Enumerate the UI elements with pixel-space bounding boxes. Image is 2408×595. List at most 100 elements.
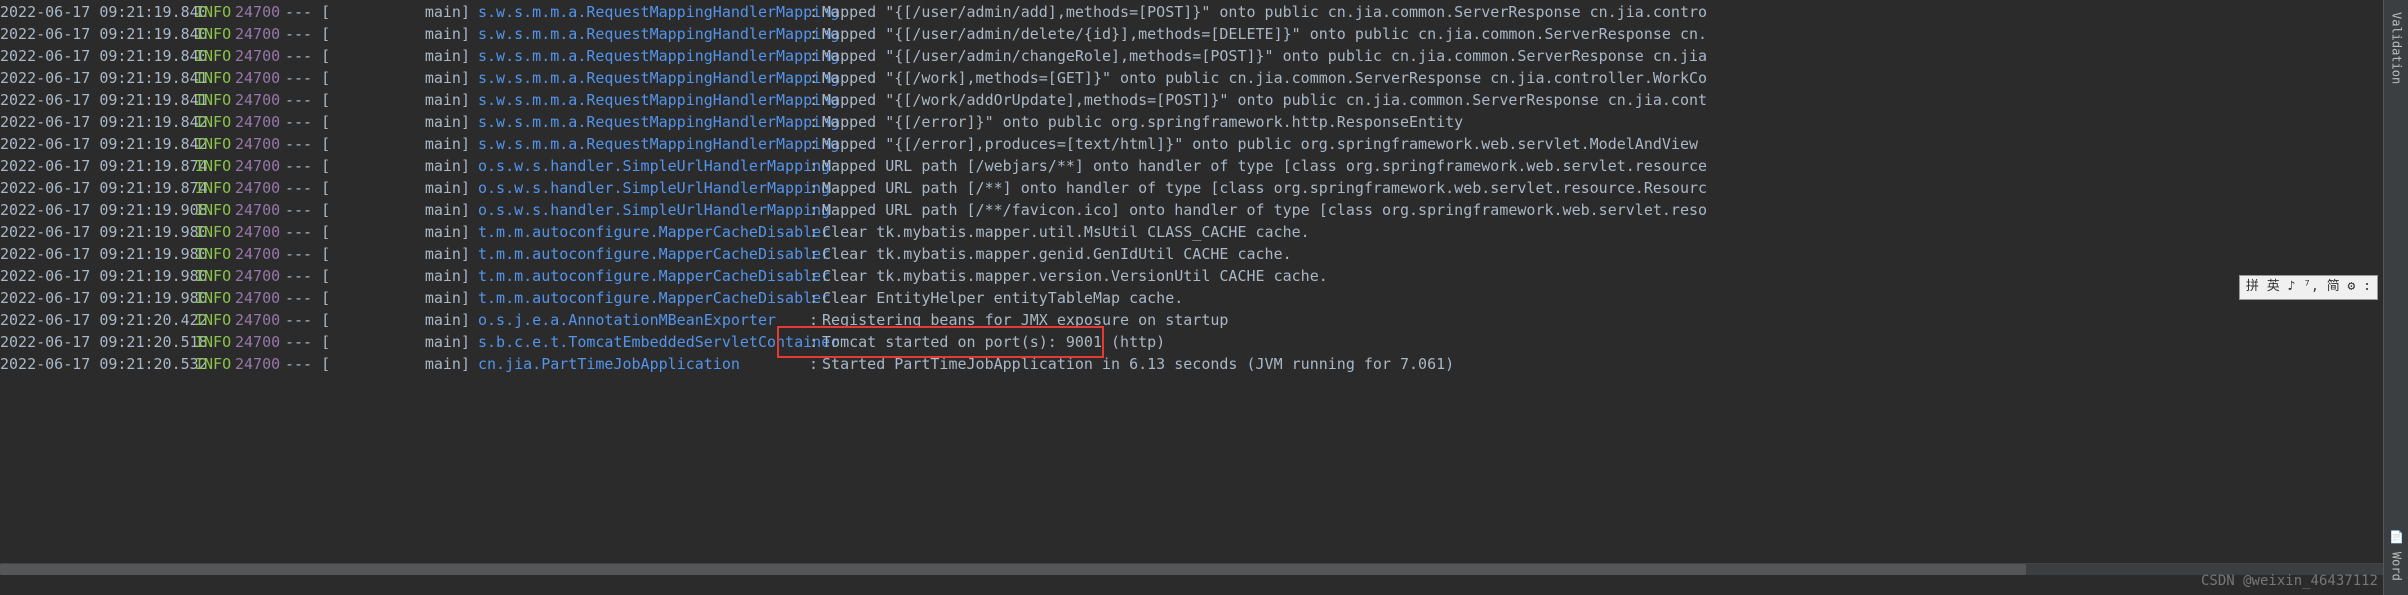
log-thread: main] bbox=[420, 354, 470, 376]
log-pid: 24700 bbox=[235, 46, 285, 68]
log-logger: cn.jia.PartTimeJobApplication bbox=[470, 354, 805, 376]
log-pid: 24700 bbox=[235, 68, 285, 90]
log-output-panel[interactable]: 2022-06-17 09:21:19.840 INFO 24700 --- [… bbox=[0, 0, 2408, 378]
log-line[interactable]: 2022-06-17 09:21:19.840 INFO 24700 --- [… bbox=[0, 2, 2408, 24]
log-pid: 24700 bbox=[235, 200, 285, 222]
log-thread: main] bbox=[420, 68, 470, 90]
log-logger: s.w.s.m.m.a.RequestMappingHandlerMapping bbox=[470, 46, 805, 68]
log-line[interactable]: 2022-06-17 09:21:19.841 INFO 24700 --- [… bbox=[0, 90, 2408, 112]
log-line[interactable]: 2022-06-17 09:21:19.908 INFO 24700 --- [… bbox=[0, 200, 2408, 222]
log-pid: 24700 bbox=[235, 288, 285, 310]
log-thread: main] bbox=[420, 288, 470, 310]
log-timestamp: 2022-06-17 09:21:19.841 bbox=[0, 68, 195, 90]
log-timestamp: 2022-06-17 09:21:19.874 bbox=[0, 156, 195, 178]
log-pid: 24700 bbox=[235, 2, 285, 24]
log-separator: --- [ bbox=[285, 354, 320, 376]
log-logger: s.w.s.m.m.a.RequestMappingHandlerMapping bbox=[470, 24, 805, 46]
log-thread: main] bbox=[420, 90, 470, 112]
log-thread: main] bbox=[420, 2, 470, 24]
log-timestamp: 2022-06-17 09:21:20.532 bbox=[0, 354, 195, 376]
log-timestamp: 2022-06-17 09:21:19.840 bbox=[0, 24, 195, 46]
log-pid: 24700 bbox=[235, 156, 285, 178]
validation-tab[interactable]: Validation bbox=[2385, 8, 2406, 88]
log-level: INFO bbox=[195, 156, 235, 178]
log-separator: --- [ bbox=[285, 332, 320, 354]
log-level: INFO bbox=[195, 46, 235, 68]
log-level: INFO bbox=[195, 244, 235, 266]
log-separator: --- [ bbox=[285, 24, 320, 46]
log-separator: --- [ bbox=[285, 288, 320, 310]
log-line[interactable]: 2022-06-17 09:21:19.874 INFO 24700 --- [… bbox=[0, 178, 2408, 200]
log-separator: --- [ bbox=[285, 68, 320, 90]
log-thread: main] bbox=[420, 178, 470, 200]
log-pid: 24700 bbox=[235, 178, 285, 200]
log-level: INFO bbox=[195, 90, 235, 112]
log-pid: 24700 bbox=[235, 112, 285, 134]
log-timestamp: 2022-06-17 09:21:19.840 bbox=[0, 46, 195, 68]
log-pid: 24700 bbox=[235, 222, 285, 244]
ime-toolbar[interactable]: 拼 英 ♪ ⁷, 简 ⚙ : bbox=[2239, 275, 2378, 300]
log-level: INFO bbox=[195, 354, 235, 376]
log-level: INFO bbox=[195, 310, 235, 332]
log-line[interactable]: 2022-06-17 09:21:19.842 INFO 24700 --- [… bbox=[0, 112, 2408, 134]
word-tab[interactable]: 📄 Word bbox=[2385, 526, 2406, 585]
log-timestamp: 2022-06-17 09:21:19.842 bbox=[0, 134, 195, 156]
log-level: INFO bbox=[195, 332, 235, 354]
log-logger: t.m.m.autoconfigure.MapperCacheDisabler bbox=[470, 288, 805, 310]
log-message: Mapped "{[/error]}" onto public org.spri… bbox=[822, 112, 2408, 134]
log-line[interactable]: 2022-06-17 09:21:20.422 INFO 24700 --- [… bbox=[0, 310, 2408, 332]
log-timestamp: 2022-06-17 09:21:19.980 bbox=[0, 222, 195, 244]
log-separator: --- [ bbox=[285, 112, 320, 134]
log-separator: --- [ bbox=[285, 266, 320, 288]
log-timestamp: 2022-06-17 09:21:19.980 bbox=[0, 266, 195, 288]
log-line[interactable]: 2022-06-17 09:21:19.840 INFO 24700 --- [… bbox=[0, 46, 2408, 68]
log-line[interactable]: 2022-06-17 09:21:19.980 INFO 24700 --- [… bbox=[0, 288, 2408, 310]
log-message: Tomcat started on port(s): 9001 (http) bbox=[822, 332, 2408, 354]
log-pid: 24700 bbox=[235, 134, 285, 156]
log-pid: 24700 bbox=[235, 90, 285, 112]
log-separator: --- [ bbox=[285, 244, 320, 266]
log-level: INFO bbox=[195, 200, 235, 222]
log-line[interactable]: 2022-06-17 09:21:19.840 INFO 24700 --- [… bbox=[0, 24, 2408, 46]
log-timestamp: 2022-06-17 09:21:20.422 bbox=[0, 310, 195, 332]
log-message: Mapped "{[/user/admin/changeRole],method… bbox=[822, 46, 2408, 68]
log-line[interactable]: 2022-06-17 09:21:20.532 INFO 24700 --- [… bbox=[0, 354, 2408, 376]
log-logger: o.s.w.s.handler.SimpleUrlHandlerMapping bbox=[470, 200, 805, 222]
log-separator: --- [ bbox=[285, 310, 320, 332]
log-level: INFO bbox=[195, 178, 235, 200]
log-line[interactable]: 2022-06-17 09:21:19.841 INFO 24700 --- [… bbox=[0, 68, 2408, 90]
log-separator: --- [ bbox=[285, 46, 320, 68]
log-message: Mapped URL path [/**] onto handler of ty… bbox=[822, 178, 2408, 200]
log-logger: s.w.s.m.m.a.RequestMappingHandlerMapping bbox=[470, 134, 805, 156]
log-separator: --- [ bbox=[285, 134, 320, 156]
log-level: INFO bbox=[195, 24, 235, 46]
scrollbar-thumb[interactable] bbox=[0, 564, 2026, 575]
log-message: Clear tk.mybatis.mapper.version.VersionU… bbox=[822, 266, 2408, 288]
log-level: INFO bbox=[195, 288, 235, 310]
log-thread: main] bbox=[420, 266, 470, 288]
log-line[interactable]: 2022-06-17 09:21:20.518 INFO 24700 --- [… bbox=[0, 332, 2408, 354]
log-timestamp: 2022-06-17 09:21:19.841 bbox=[0, 90, 195, 112]
log-thread: main] bbox=[420, 46, 470, 68]
log-line[interactable]: 2022-06-17 09:21:19.980 INFO 24700 --- [… bbox=[0, 222, 2408, 244]
log-timestamp: 2022-06-17 09:21:19.980 bbox=[0, 244, 195, 266]
log-thread: main] bbox=[420, 24, 470, 46]
log-thread: main] bbox=[420, 200, 470, 222]
log-logger: t.m.m.autoconfigure.MapperCacheDisabler bbox=[470, 244, 805, 266]
log-level: INFO bbox=[195, 68, 235, 90]
watermark-text: CSDN @weixin_46437112 bbox=[2201, 571, 2378, 591]
log-pid: 24700 bbox=[235, 354, 285, 376]
horizontal-scrollbar[interactable] bbox=[0, 563, 2383, 575]
log-message: Mapped URL path [/**/favicon.ico] onto h… bbox=[822, 200, 2408, 222]
log-pid: 24700 bbox=[235, 24, 285, 46]
log-line[interactable]: 2022-06-17 09:21:19.980 INFO 24700 --- [… bbox=[0, 266, 2408, 288]
log-level: INFO bbox=[195, 266, 235, 288]
log-line[interactable]: 2022-06-17 09:21:19.980 INFO 24700 --- [… bbox=[0, 244, 2408, 266]
log-message: Mapped "{[/work/addOrUpdate],methods=[PO… bbox=[822, 90, 2408, 112]
log-thread: main] bbox=[420, 156, 470, 178]
log-separator: --- [ bbox=[285, 200, 320, 222]
log-thread: main] bbox=[420, 222, 470, 244]
log-line[interactable]: 2022-06-17 09:21:19.874 INFO 24700 --- [… bbox=[0, 156, 2408, 178]
log-line[interactable]: 2022-06-17 09:21:19.842 INFO 24700 --- [… bbox=[0, 134, 2408, 156]
log-separator: --- [ bbox=[285, 222, 320, 244]
